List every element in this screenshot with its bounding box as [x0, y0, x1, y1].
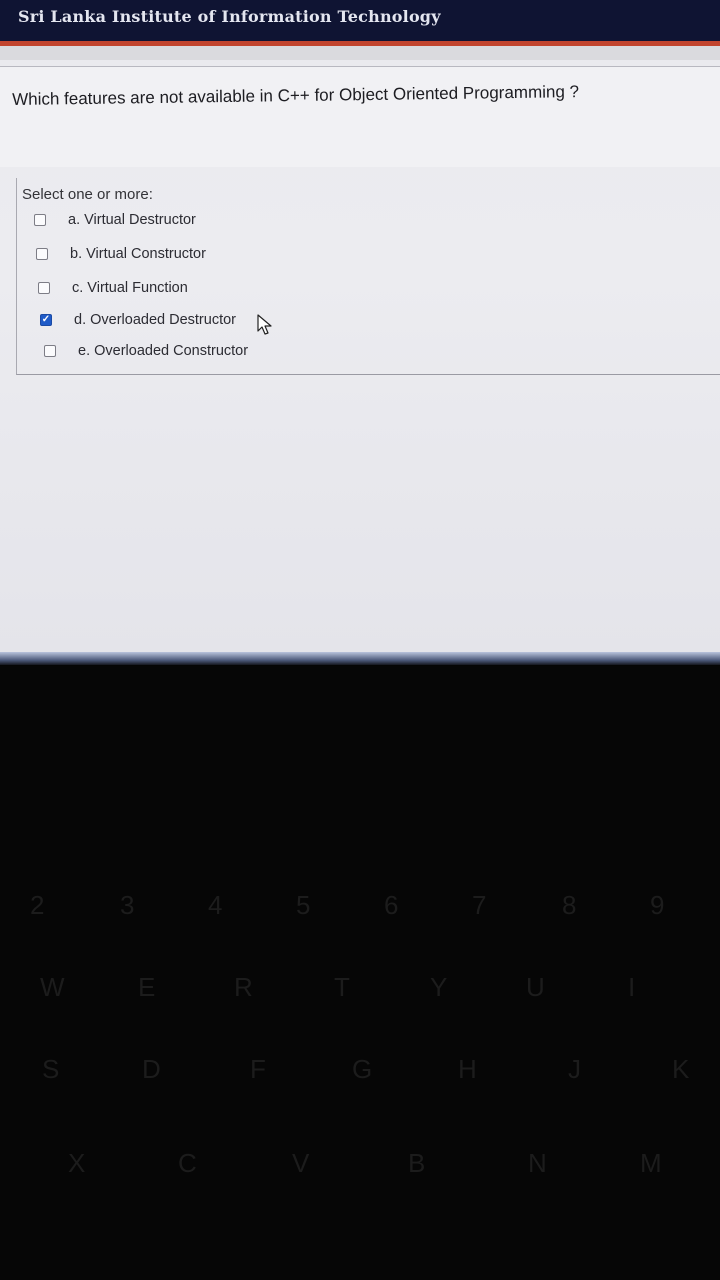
question-card [0, 66, 720, 167]
mouse-pointer-icon [257, 314, 272, 335]
key-3: 3 [120, 890, 135, 920]
key-c: C [178, 1148, 197, 1178]
key-x: X [68, 1148, 86, 1178]
key-s: S [42, 1054, 60, 1084]
key-k: K [672, 1054, 690, 1084]
option-a-label[interactable]: a. Virtual Destructor [68, 212, 196, 228]
site-header: Sri Lanka Institute of Information Techn… [0, 0, 720, 42]
option-c-label[interactable]: c. Virtual Function [72, 280, 188, 296]
key-u: U [526, 972, 545, 1002]
option-e[interactable]: e. Overloaded Constructor [44, 340, 248, 362]
option-d[interactable]: ✓ d. Overloaded Destructor [40, 309, 236, 331]
key-r: R [234, 972, 253, 1002]
site-title[interactable]: Sri Lanka Institute of Information Techn… [18, 7, 441, 26]
key-w: W [40, 972, 65, 1002]
key-e: E [138, 972, 156, 1002]
key-m: M [640, 1148, 662, 1178]
key-2: 2 [30, 890, 45, 920]
option-c[interactable]: c. Virtual Function [38, 277, 188, 299]
key-f: F [250, 1054, 266, 1084]
key-h: H [458, 1054, 477, 1084]
option-e-label[interactable]: e. Overloaded Constructor [78, 343, 248, 359]
key-8: 8 [562, 890, 577, 920]
key-9: 9 [650, 890, 665, 920]
option-e-checkbox[interactable] [44, 345, 56, 357]
option-d-label[interactable]: d. Overloaded Destructor [74, 312, 236, 328]
option-a[interactable]: a. Virtual Destructor [34, 209, 196, 231]
key-7: 7 [472, 890, 487, 920]
option-b-checkbox[interactable] [36, 248, 48, 260]
key-6: 6 [384, 890, 399, 920]
key-i: I [628, 972, 636, 1002]
screen-bottom-edge [0, 652, 720, 665]
page-top-strip [0, 46, 720, 60]
key-5: 5 [296, 890, 311, 920]
laptop-keyboard: 2 3 4 5 6 7 8 9 W E R T Y U I S D F G H … [0, 666, 720, 1280]
key-d: D [142, 1054, 161, 1084]
key-g: G [352, 1054, 373, 1084]
option-c-checkbox[interactable] [38, 282, 50, 294]
key-4: 4 [208, 890, 223, 920]
key-y: Y [430, 972, 448, 1002]
key-j: J [568, 1054, 581, 1084]
key-v: V [292, 1148, 310, 1178]
key-b: B [408, 1148, 426, 1178]
answer-prompt: Select one or more: [22, 186, 153, 203]
option-b[interactable]: b. Virtual Constructor [36, 243, 206, 265]
key-t: T [334, 972, 350, 1002]
checkmark-icon: ✓ [41, 314, 51, 325]
option-a-checkbox[interactable] [34, 214, 46, 226]
option-d-checkbox[interactable]: ✓ [40, 314, 52, 326]
laptop-screen: Sri Lanka Institute of Information Techn… [0, 0, 720, 665]
option-b-label[interactable]: b. Virtual Constructor [70, 246, 206, 262]
key-n: N [528, 1148, 547, 1178]
